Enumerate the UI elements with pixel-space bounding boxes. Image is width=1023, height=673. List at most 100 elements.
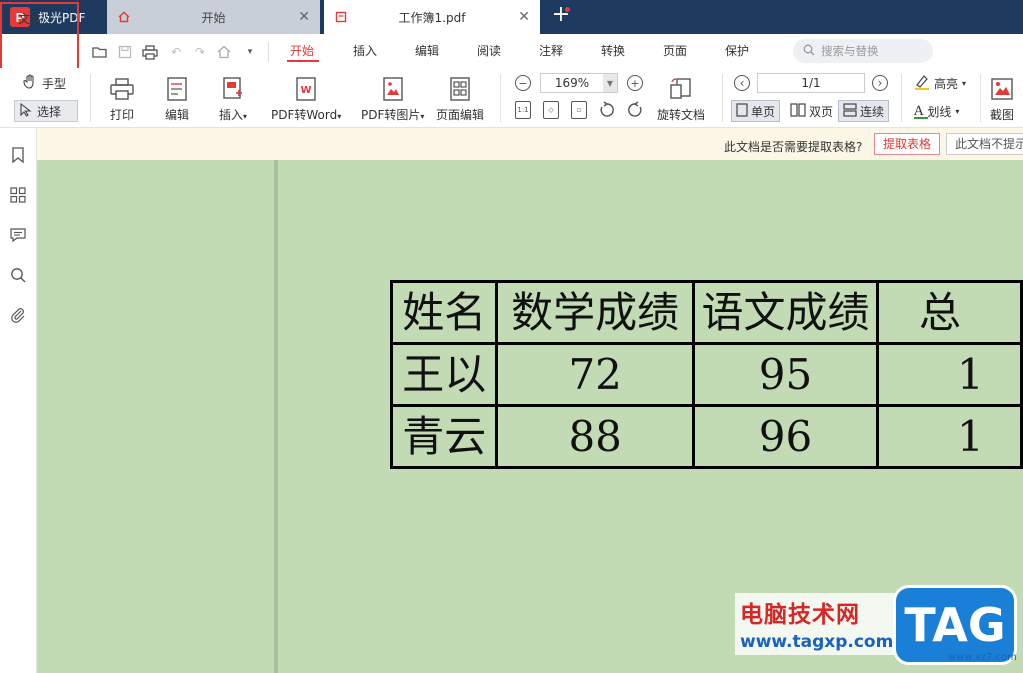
- divider: [722, 74, 723, 122]
- attachment-icon[interactable]: [9, 306, 27, 324]
- pdf-to-word-button[interactable]: W PDF转Word▾: [271, 76, 341, 123]
- extract-table-button[interactable]: 提取表格: [874, 133, 940, 155]
- single-page-button[interactable]: 单页: [731, 100, 781, 122]
- continuous-label: 连续: [860, 104, 885, 119]
- table-cell: 96: [691, 404, 880, 469]
- screenshot-icon: [989, 76, 1015, 102]
- close-icon[interactable]: ✕: [298, 9, 310, 25]
- pdf-to-image-label: PDF转图片: [361, 108, 421, 122]
- home-nav-icon[interactable]: [216, 44, 232, 60]
- menu-tab-protect[interactable]: 保护: [725, 42, 749, 59]
- dropdown-arrow-icon: ▾: [337, 112, 342, 121]
- continuous-icon: [843, 102, 857, 120]
- page-edit-button[interactable]: 页面编辑: [436, 76, 484, 123]
- redo-icon[interactable]: ↷: [192, 44, 208, 60]
- single-page-icon: [736, 102, 748, 120]
- hand-tool-button[interactable]: 手型: [18, 72, 70, 94]
- continuous-button[interactable]: 连续: [838, 100, 890, 122]
- highlight-button[interactable]: 高亮 ▾: [910, 72, 970, 94]
- insert-page-icon: [220, 76, 246, 102]
- highlighter-icon: [914, 74, 930, 93]
- edit-label: 编辑: [164, 108, 189, 122]
- notification-dot: [565, 7, 570, 12]
- page-number-input[interactable]: 1/1: [757, 73, 865, 93]
- print-icon[interactable]: [142, 44, 158, 60]
- rotate-left-icon[interactable]: [598, 101, 616, 119]
- next-page-icon[interactable]: ›: [872, 75, 888, 91]
- screenshot-label: 截图: [989, 108, 1014, 122]
- print-button[interactable]: 打印: [109, 76, 135, 123]
- notice-question: 此文档是否需要提取表格?: [724, 140, 863, 154]
- fit-width-icon[interactable]: ▫: [571, 101, 587, 119]
- table-row: 王以 72 95 1: [390, 342, 1023, 407]
- table-cell: 72: [495, 342, 695, 407]
- menu-tab-convert[interactable]: 转换: [601, 42, 625, 59]
- search-icon: [803, 44, 815, 59]
- table-cell: 1: [876, 342, 1023, 407]
- double-page-label: 双页: [809, 104, 834, 119]
- insert-button[interactable]: 插入▾: [219, 76, 247, 123]
- divider: [980, 74, 981, 122]
- image-convert-icon: [380, 76, 406, 102]
- rotate-doc-icon: [668, 76, 694, 102]
- file-menu-label: 文件: [18, 11, 43, 26]
- thumbnails-icon[interactable]: [9, 186, 27, 204]
- search-input[interactable]: 搜索与替换: [793, 39, 933, 63]
- edit-button[interactable]: 编辑: [164, 76, 190, 123]
- double-page-button[interactable]: 双页: [786, 100, 837, 122]
- menu-tab-annotate[interactable]: 注释: [539, 42, 563, 59]
- undo-icon[interactable]: ↶: [168, 44, 184, 60]
- zoom-out-icon[interactable]: −: [515, 75, 531, 91]
- save-icon[interactable]: [117, 44, 133, 60]
- prev-page-icon[interactable]: ‹: [734, 75, 750, 91]
- print-label: 打印: [109, 108, 134, 122]
- pdf-to-image-button[interactable]: PDF转图片▾: [361, 76, 424, 123]
- table-cell: 95: [691, 342, 880, 407]
- select-tool-label: 选择: [37, 104, 62, 119]
- zoom-value: 169%: [554, 76, 590, 90]
- tab-document[interactable]: 工作簿1.pdf ✕: [324, 0, 540, 34]
- do-not-prompt-button[interactable]: 此文档不提示: [946, 133, 1023, 155]
- search-placeholder: 搜索与替换: [821, 44, 879, 58]
- double-page-icon: [790, 102, 806, 120]
- underline-a-icon: A: [914, 104, 928, 119]
- fit-page-icon[interactable]: ◇: [543, 101, 559, 119]
- zoom-in-icon[interactable]: +: [627, 75, 643, 91]
- bookmark-icon[interactable]: [9, 146, 27, 164]
- rotate-right-icon[interactable]: [626, 101, 644, 119]
- more-dropdown-icon[interactable]: ▾: [242, 44, 258, 60]
- tab-home[interactable]: 开始 ✕: [107, 0, 320, 34]
- page-edge: [274, 160, 278, 673]
- word-convert-icon: W: [293, 76, 319, 102]
- divider: [90, 74, 91, 122]
- screenshot-button[interactable]: 截图: [989, 76, 1015, 123]
- divider: [268, 42, 269, 62]
- highlight-label: 高亮: [934, 76, 959, 91]
- zoom-select[interactable]: 169% ▼: [540, 73, 618, 93]
- menu-tab-start[interactable]: 开始: [290, 42, 314, 59]
- search-icon[interactable]: [9, 266, 27, 284]
- divider: [500, 74, 501, 122]
- table-cell: 青云: [390, 404, 499, 469]
- menu-tab-read[interactable]: 阅读: [477, 42, 501, 59]
- menu-tab-insert[interactable]: 插入: [353, 42, 377, 59]
- menu-tab-edit[interactable]: 编辑: [415, 42, 439, 59]
- close-icon[interactable]: ✕: [518, 9, 530, 25]
- watermark-site-name: 电脑技术网: [740, 602, 860, 628]
- tab-document-label: 工作簿1.pdf: [398, 10, 466, 25]
- menu-tab-page[interactable]: 页面: [663, 42, 687, 59]
- comment-icon[interactable]: [9, 226, 27, 244]
- rotate-document-label: 旋转文档: [657, 108, 706, 122]
- actual-size-icon[interactable]: 1:1: [515, 101, 531, 119]
- table-header-cell: 数学成绩: [495, 280, 695, 345]
- file-menu-button[interactable]: 文件 ⌄: [8, 7, 68, 29]
- strikethrough-label: 划线: [927, 104, 952, 119]
- open-folder-icon[interactable]: [92, 44, 108, 60]
- left-sidebar: [0, 128, 37, 673]
- select-tool-button[interactable]: 选择: [14, 100, 78, 122]
- rotate-document-button[interactable]: 旋转文档: [657, 76, 705, 123]
- strikethrough-button[interactable]: A 划线 ▾: [910, 100, 963, 122]
- active-tab-underline: [287, 60, 319, 62]
- single-page-label: 单页: [751, 104, 776, 119]
- title-bar: P 极光PDF 开始 ✕ 工作簿1.pdf ✕ +: [0, 0, 1023, 34]
